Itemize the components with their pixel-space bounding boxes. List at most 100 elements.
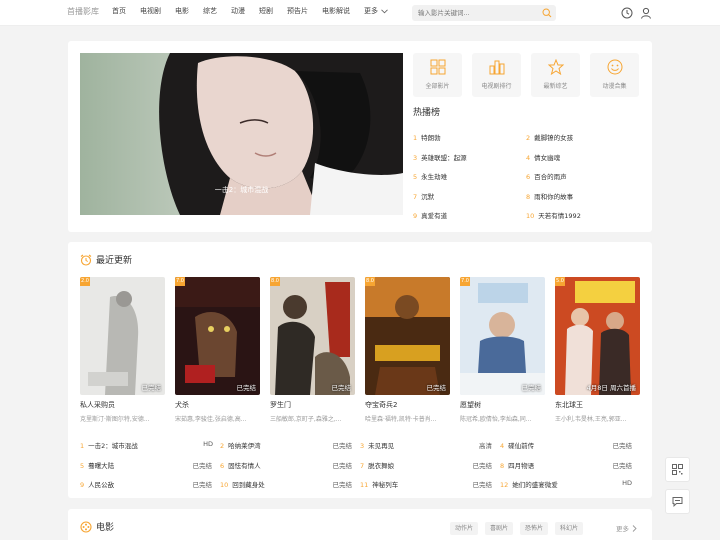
poster-card[interactable]: 5.0 4月8日 周六首播 — [555, 277, 640, 395]
poster-status: 已完结 — [426, 384, 447, 392]
list-title: 固怯有情人 — [228, 462, 261, 470]
nav-trailer[interactable]: 预告片 — [287, 6, 308, 16]
recent-updates-card: 最近更新 2.0 已完结 7.0 已完结 8.0 已完结 8.0 已完结 7.0… — [68, 242, 652, 498]
list-item[interactable]: 9 人民公敌 — [80, 479, 114, 489]
nav-variety[interactable]: 综艺 — [203, 6, 217, 16]
search-input[interactable] — [418, 8, 528, 18]
grid-icon — [430, 59, 445, 75]
bar-chart-icon — [489, 60, 504, 75]
user-icon[interactable] — [640, 7, 652, 19]
tag-scifi[interactable]: 科幻片 — [555, 522, 583, 535]
list-rank: 7 — [360, 462, 365, 470]
list-rank: 9 — [80, 481, 85, 489]
poster-card[interactable]: 7.0 已完结 — [175, 277, 260, 395]
tag-horror[interactable]: 恐怖片 — [520, 522, 548, 535]
hot-item[interactable]: 9 真爱有道 — [413, 210, 447, 220]
hot-rank: 4 — [526, 154, 531, 162]
list-rank: 1 — [80, 442, 85, 450]
hot-item[interactable]: 6 百合的雨声 — [526, 171, 567, 181]
poster-title[interactable]: 愿望树 — [460, 400, 481, 410]
search-box — [412, 5, 556, 21]
quick-tv-ranking[interactable]: 电视剧排行 — [472, 53, 521, 97]
list-title: 神秘列车 — [372, 481, 399, 489]
list-item[interactable]: 3 未见再见 — [360, 440, 394, 450]
qrcode-button[interactable] — [665, 457, 690, 482]
list-item[interactable]: 1 一击2：城市混战 — [80, 440, 138, 450]
list-rank: 8 — [500, 462, 505, 470]
poster-status: 已完结 — [236, 384, 257, 392]
list-rank: 2 — [220, 442, 225, 450]
history-icon[interactable] — [621, 7, 633, 19]
movie-more-link[interactable]: 更多 — [616, 523, 637, 533]
hot-item[interactable]: 7 沉默 — [413, 191, 434, 201]
poster-image — [555, 277, 640, 395]
hot-item[interactable]: 3 英雄联盟：起源 — [413, 152, 467, 162]
nav-commentary[interactable]: 电影解说 — [322, 6, 350, 16]
list-title: 一击2：城市混战 — [88, 442, 138, 450]
poster-title[interactable]: 犬杀 — [175, 400, 189, 410]
poster-status: 已完结 — [141, 384, 162, 392]
main-nav: 首页 电视剧 电影 综艺 动漫 短剧 预告片 电影解说 更多 — [112, 6, 402, 16]
list-item[interactable]: 2 哈纳莱伊湾 — [220, 440, 261, 450]
list-status: HD — [622, 479, 632, 487]
search-icon[interactable] — [542, 8, 552, 18]
banner-caption[interactable]: 一击2：城市混战 — [80, 185, 403, 195]
poster-title[interactable]: 私人采购员 — [80, 400, 115, 410]
hot-item[interactable]: 1 特朗勃 — [413, 132, 441, 142]
poster-cast: 三船敏郎,京町子,森雅之,... — [270, 416, 342, 423]
nav-home[interactable]: 首页 — [112, 6, 126, 16]
list-item[interactable]: 11 神秘列车 — [360, 479, 398, 489]
list-item[interactable]: 7 脱衣舞娘 — [360, 460, 394, 470]
quick-anime-collection[interactable]: 动漫合集 — [590, 53, 639, 97]
quick-all-movies-label: 全部影片 — [425, 83, 450, 90]
nav-anime[interactable]: 动漫 — [231, 6, 245, 16]
list-rank: 11 — [360, 481, 369, 489]
list-item[interactable]: 4 碟仙前传 — [500, 440, 534, 450]
hot-item[interactable]: 8 雨和你的故事 — [526, 191, 573, 201]
nav-tv[interactable]: 电视剧 — [140, 6, 161, 16]
hot-item[interactable]: 10 天若有情1992 — [526, 210, 581, 220]
nav-movie[interactable]: 电影 — [175, 6, 189, 16]
poster-card[interactable]: 8.0 已完结 — [270, 277, 355, 395]
list-item[interactable]: 8 四月物语 — [500, 460, 534, 470]
quick-all-movies[interactable]: 全部影片 — [413, 53, 462, 97]
movie-more-label: 更多 — [616, 525, 629, 533]
list-item[interactable]: 6 固怯有情人 — [220, 460, 261, 470]
poster-title[interactable]: 罗生门 — [270, 400, 291, 410]
feedback-button[interactable] — [665, 489, 690, 514]
score-badge: 2.0 — [80, 277, 90, 286]
hero-card: 一击2：城市混战 全部影片 电视剧排行 最新综艺 动漫合集 热播榜 1 特朗勃 2… — [68, 41, 652, 232]
hot-title: 百合的雨声 — [534, 173, 567, 181]
hot-rank: 2 — [526, 134, 531, 142]
hot-item[interactable]: 4 倩女幽魂 — [526, 152, 560, 162]
list-item[interactable]: 10 回到藏身处 — [220, 479, 265, 489]
hot-item[interactable]: 5 永生劫难 — [413, 171, 447, 181]
tag-comedy[interactable]: 喜剧片 — [485, 522, 513, 535]
hot-item[interactable]: 2 戴脚镣的女孩 — [526, 132, 573, 142]
quick-latest-variety[interactable]: 最新综艺 — [531, 53, 580, 97]
recent-title: 最近更新 — [80, 253, 132, 266]
poster-title[interactable]: 夺宝奇兵2 — [365, 400, 397, 410]
alarm-clock-icon — [80, 254, 92, 266]
hero-banner[interactable]: 一击2：城市混战 — [80, 53, 403, 215]
poster-title[interactable]: 东北球王 — [555, 400, 583, 410]
hot-rank: 1 — [413, 134, 418, 142]
list-title: 脱衣舞娘 — [368, 462, 395, 470]
poster-card[interactable]: 7.0 已完结 — [460, 277, 545, 395]
movie-title-text: 电影 — [96, 523, 115, 533]
quick-tv-ranking-label: 电视剧排行 — [481, 83, 512, 90]
list-rank: 12 — [500, 481, 509, 489]
poster-card[interactable]: 8.0 已完结 — [365, 277, 450, 395]
nav-more[interactable]: 更多 — [364, 6, 388, 16]
list-item[interactable]: 5 蓦曙大陆 — [80, 460, 114, 470]
list-rank: 4 — [500, 442, 505, 450]
site-logo[interactable]: 首播影库 — [67, 6, 99, 17]
poster-card[interactable]: 2.0 已完结 — [80, 277, 165, 395]
tag-action[interactable]: 动作片 — [450, 522, 478, 535]
nav-short[interactable]: 短剧 — [259, 6, 273, 16]
poster-status: 已完结 — [331, 384, 352, 392]
list-rank: 6 — [220, 462, 225, 470]
list-item[interactable]: 12 她们的盛宴微爱 — [500, 479, 558, 489]
star-icon — [547, 58, 564, 76]
list-title: 她们的盛宴微爱 — [512, 481, 558, 489]
